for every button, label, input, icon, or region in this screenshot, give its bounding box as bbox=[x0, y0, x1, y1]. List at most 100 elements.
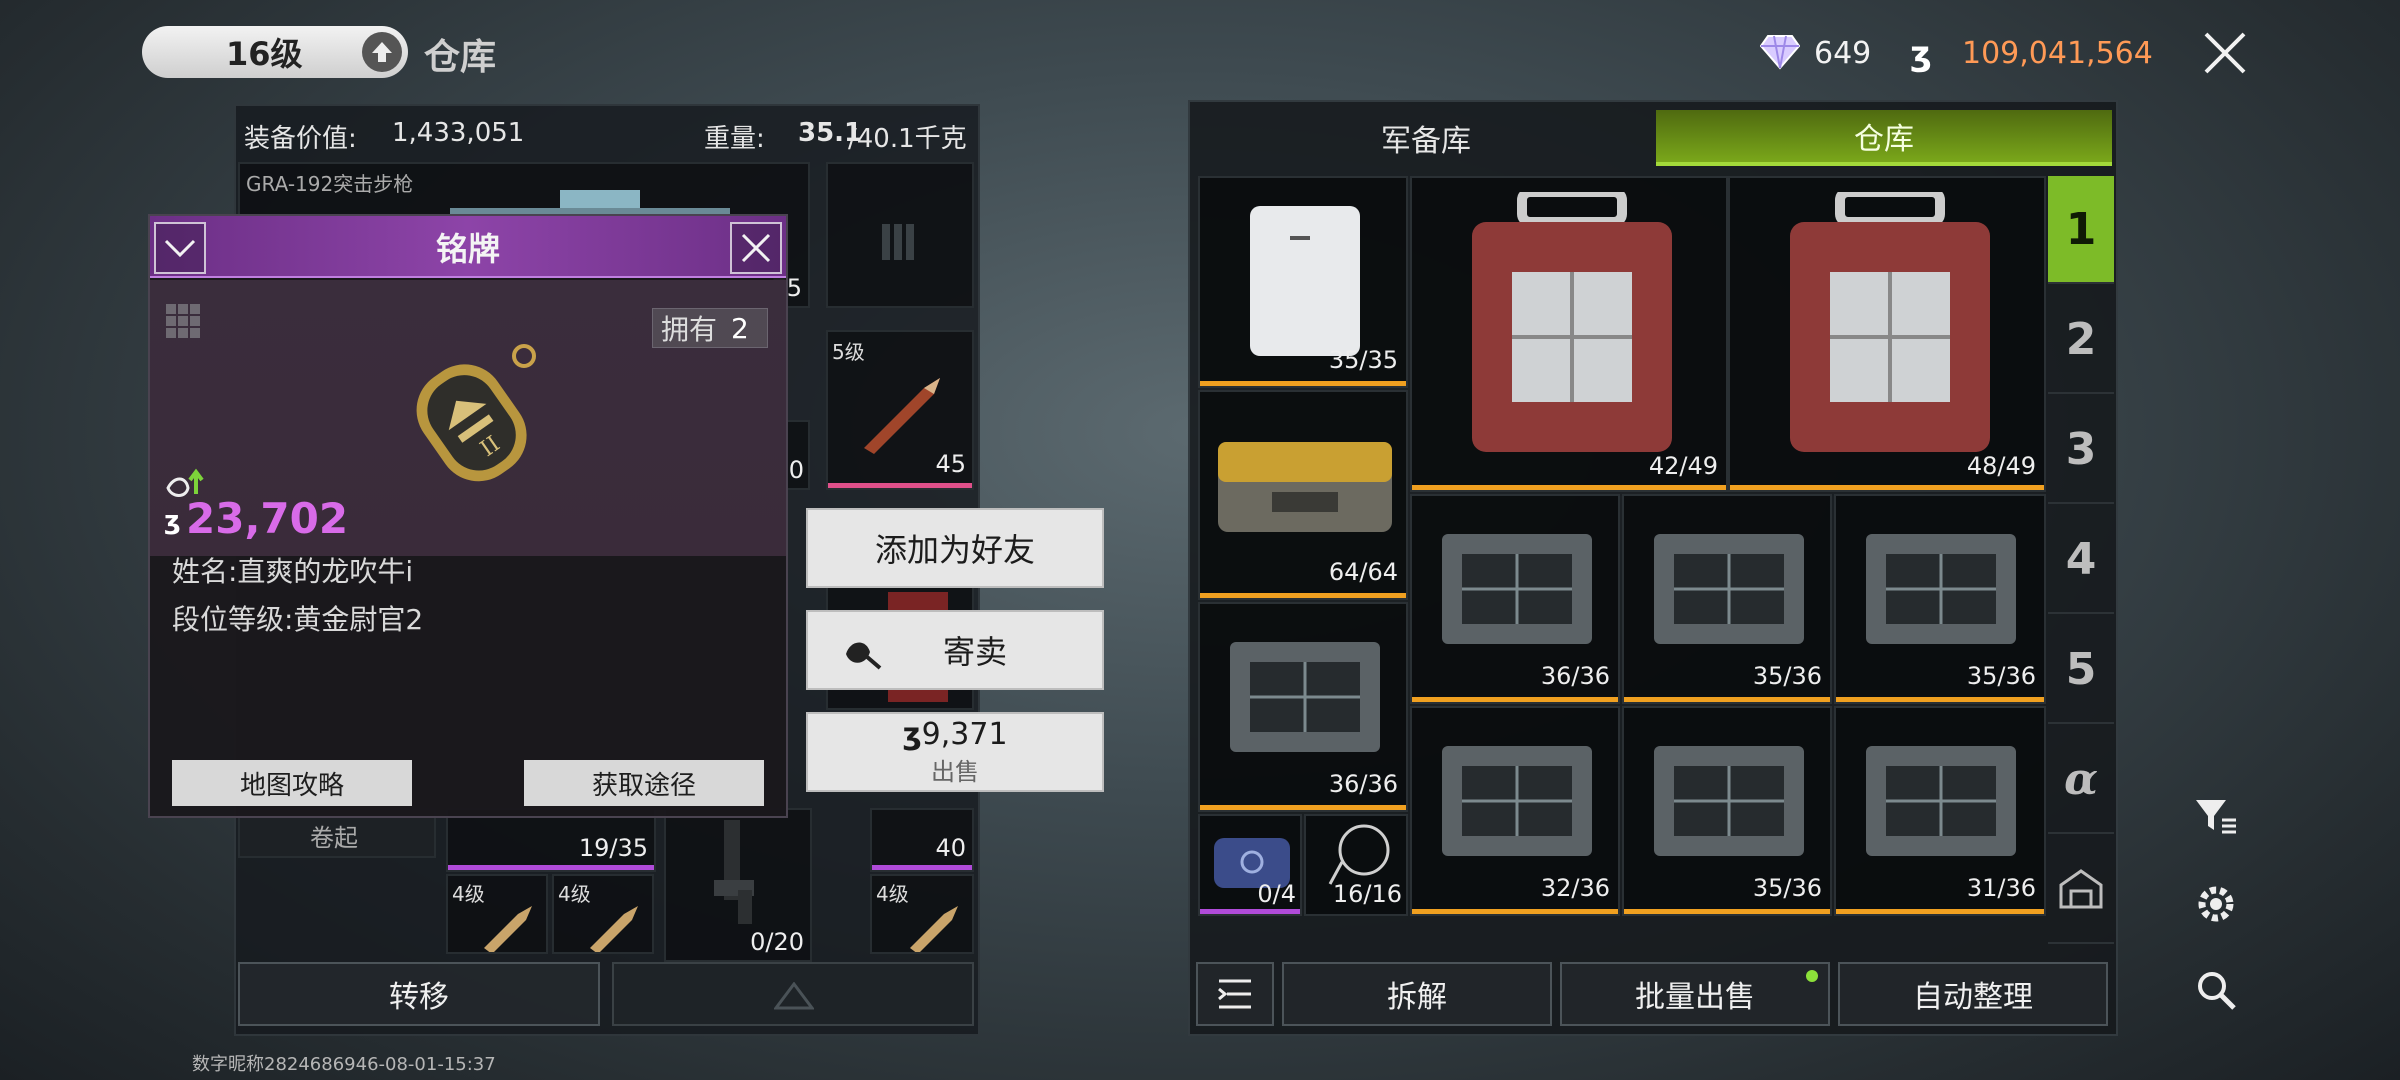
item-count: 31/36 bbox=[1966, 874, 2036, 902]
transfer-button[interactable]: 转移 bbox=[238, 962, 600, 1026]
gear-icon[interactable] bbox=[2192, 880, 2240, 928]
rarity-bar bbox=[1200, 381, 1406, 386]
metal-crate-icon bbox=[1442, 746, 1592, 856]
storage-item[interactable]: 35/36 bbox=[1622, 494, 1832, 704]
map-guide-button[interactable]: 地图攻略 bbox=[172, 760, 412, 806]
item-count: 35/36 bbox=[1966, 662, 2036, 690]
weight-label: 重量: bbox=[704, 124, 765, 154]
coin-count: 109,041,564 bbox=[1962, 36, 2153, 71]
coin-icon: ʒ bbox=[164, 506, 181, 536]
item-count: 16/16 bbox=[1332, 880, 1402, 908]
rarity-bar bbox=[1412, 485, 1726, 490]
white-box-icon bbox=[1250, 206, 1360, 356]
slot-count: 40 bbox=[935, 834, 966, 862]
metal-crate-icon bbox=[1230, 642, 1380, 752]
storage-item[interactable]: 36/36 bbox=[1410, 494, 1620, 704]
auto-sort-button[interactable]: 自动整理 bbox=[1838, 962, 2108, 1026]
metal-crate-icon bbox=[1654, 534, 1804, 644]
storage-item[interactable]: 48/49 bbox=[1728, 176, 2046, 492]
ammo-slot-5[interactable]: 5级 45 bbox=[826, 330, 974, 490]
storage-item[interactable]: 36/36 bbox=[1198, 602, 1408, 812]
metal-crate-icon bbox=[1654, 746, 1804, 856]
bullets-icon bbox=[882, 224, 914, 260]
page-tab-4[interactable]: 4 bbox=[2048, 506, 2114, 614]
gem-count: 649 bbox=[1814, 36, 1872, 71]
notification-dot bbox=[1806, 970, 1818, 982]
consign-icon bbox=[846, 642, 882, 670]
red-case-icon bbox=[1472, 192, 1672, 452]
triangle-icon bbox=[774, 982, 814, 1010]
storage-item[interactable]: 35/36 bbox=[1622, 706, 1832, 916]
owned-label: 拥有 bbox=[661, 313, 718, 346]
storage-item[interactable]: 32/36 bbox=[1410, 706, 1620, 916]
slot-count: 0/20 bbox=[750, 928, 804, 956]
page-tab-1[interactable]: 1 bbox=[2048, 176, 2114, 284]
item-price: 23,702 bbox=[186, 494, 349, 543]
rarity-bar bbox=[872, 865, 972, 870]
ammo-slot-40[interactable]: 40 bbox=[870, 808, 974, 872]
equipment-value: 1,433,051 bbox=[392, 118, 525, 148]
item-count: 42/49 bbox=[1648, 452, 1718, 480]
bullet-icon bbox=[910, 906, 958, 952]
level-up-icon[interactable] bbox=[362, 32, 402, 72]
red-case-icon bbox=[1790, 192, 1990, 452]
dismantle-button[interactable]: 拆解 bbox=[1282, 962, 1552, 1026]
storage-item[interactable]: 64/64 bbox=[1198, 390, 1408, 600]
ammo-level: 5级 bbox=[832, 340, 865, 364]
rarity-bar bbox=[1624, 909, 1830, 914]
add-friend-button[interactable]: 添加为好友 bbox=[806, 508, 1104, 588]
menu-button[interactable] bbox=[1196, 962, 1274, 1026]
ammo-slot-4c[interactable]: 4级 bbox=[870, 874, 974, 954]
ammo-slot-4b[interactable]: 4级 bbox=[552, 874, 654, 954]
rank-level: 段位等级:黄金尉官2 bbox=[172, 603, 424, 636]
coin-icon: ʒ bbox=[902, 717, 922, 752]
filter-icon[interactable] bbox=[2192, 792, 2240, 840]
batch-sell-label: 批量出售 bbox=[1635, 980, 1755, 1015]
close-icon[interactable] bbox=[730, 222, 782, 274]
chevron-down-icon[interactable] bbox=[154, 222, 206, 274]
ammo-slot-4a[interactable]: 4级 bbox=[446, 874, 548, 954]
storage-item[interactable]: 35/36 bbox=[1834, 494, 2046, 704]
page-title: 仓库 bbox=[424, 37, 497, 78]
warehouse-icon bbox=[2059, 869, 2103, 909]
storage-item[interactable]: 35/35 bbox=[1198, 176, 1408, 388]
grid-size-icon bbox=[166, 304, 210, 352]
ammo-empty-slot[interactable] bbox=[826, 162, 974, 308]
consign-button[interactable]: 寄卖 bbox=[806, 610, 1104, 690]
equipment-value-label: 装备价值: bbox=[244, 124, 357, 154]
page-tab-3[interactable]: 3 bbox=[2048, 396, 2114, 504]
sell-price: 9,371 bbox=[921, 717, 1008, 752]
item-count: 36/36 bbox=[1328, 770, 1398, 798]
item-count: 36/36 bbox=[1540, 662, 1610, 690]
storage-item[interactable]: 42/49 bbox=[1410, 176, 1728, 492]
storage-item[interactable]: 0/4 bbox=[1198, 814, 1302, 916]
page-tab-alpha[interactable]: α bbox=[2048, 726, 2114, 834]
obtain-source-button[interactable]: 获取途径 bbox=[524, 760, 764, 806]
smg-icon bbox=[714, 820, 754, 924]
bullet-icon bbox=[590, 906, 638, 952]
disabled-action-button bbox=[612, 962, 974, 1026]
home-storage-tab[interactable] bbox=[2048, 836, 2114, 944]
rarity-bar bbox=[1836, 697, 2044, 702]
tab-armory[interactable]: 军备库 bbox=[1196, 110, 1656, 166]
rarity-bar bbox=[1412, 909, 1618, 914]
watermark-text: 数字昵称2824686946-08-01-15:37 bbox=[192, 1054, 496, 1075]
rarity-bar bbox=[828, 483, 972, 488]
search-icon[interactable] bbox=[2192, 966, 2240, 1014]
tab-storage[interactable]: 仓库 bbox=[1656, 110, 2112, 166]
storage-item[interactable]: 31/36 bbox=[1834, 706, 2046, 916]
storage-item[interactable]: 16/16 bbox=[1304, 814, 1408, 916]
page-tab-5[interactable]: 5 bbox=[2048, 616, 2114, 724]
backpack-stats: 装备价值: 1,433,051 重量: 35.1 /40.1千克 bbox=[244, 112, 970, 158]
rarity-bar bbox=[1200, 593, 1406, 598]
batch-sell-button[interactable]: 批量出售 bbox=[1560, 962, 1830, 1026]
level-badge: 16级 bbox=[142, 26, 408, 78]
item-count: 32/36 bbox=[1540, 874, 1610, 902]
close-icon[interactable] bbox=[2200, 28, 2250, 78]
rifle-slot[interactable]: 0/20 bbox=[664, 808, 812, 962]
page-tab-2[interactable]: 2 bbox=[2048, 286, 2114, 394]
ammo-count: 45 bbox=[935, 450, 966, 478]
sell-button[interactable]: ʒ9,371 出售 bbox=[806, 712, 1104, 792]
item-count: 35/36 bbox=[1752, 874, 1822, 902]
collapse-label: 卷起 bbox=[310, 824, 358, 852]
